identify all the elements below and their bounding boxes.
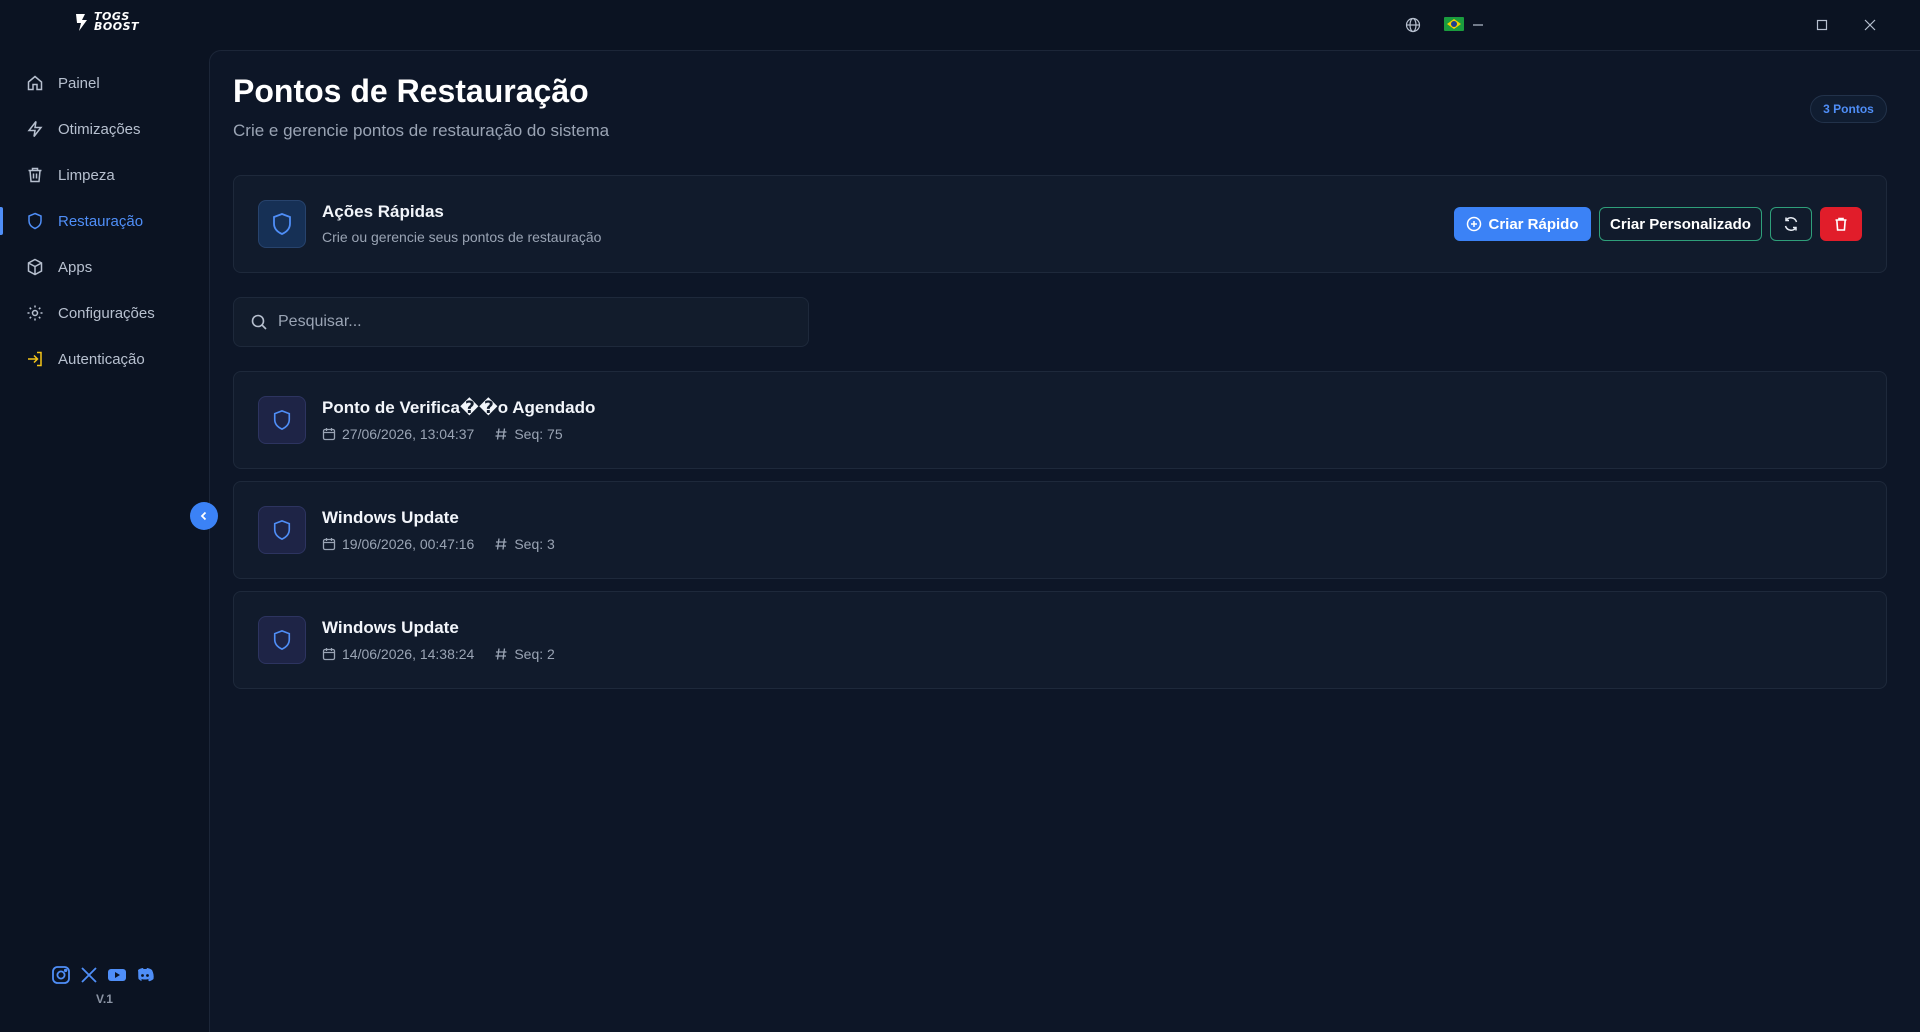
x-icon[interactable] [78, 964, 100, 986]
hash-icon [495, 648, 507, 660]
quick-actions-title: Ações Rápidas [322, 202, 444, 221]
app-window: TOGS BOOST Painel Otimizações Limpeza Re… [0, 0, 1920, 1032]
sidebar-collapse-button[interactable] [190, 502, 218, 530]
sidebar-item-label: Limpeza [58, 166, 115, 184]
gear-icon [25, 303, 45, 323]
restore-point-item[interactable]: Windows Update 14/06/2026, 14:38:24 Seq:… [233, 591, 1887, 689]
maximize-button[interactable] [1810, 13, 1834, 37]
points-count-badge: 3 Pontos [1810, 95, 1887, 123]
shield-icon [258, 616, 306, 664]
hash-icon [495, 428, 507, 440]
close-button[interactable] [1858, 13, 1882, 37]
sidebar-item-configuracoes[interactable]: Configurações [0, 290, 209, 336]
plus-circle-icon [1467, 216, 1482, 232]
sidebar-item-limpeza[interactable]: Limpeza [0, 152, 209, 198]
sidebar-item-label: Configurações [58, 304, 155, 322]
refresh-button[interactable] [1770, 207, 1812, 241]
quick-actions-subtitle: Crie ou gerencie seus pontos de restaura… [322, 229, 602, 245]
sidebar-item-label: Restauração [58, 212, 144, 230]
restore-point-title: Windows Update [322, 508, 459, 527]
minimize-button[interactable] [1466, 13, 1490, 37]
restore-point-item[interactable]: Ponto de Verifica��o Agendado 27/06/2026… [233, 371, 1887, 469]
create-quick-button[interactable]: Criar Rápido [1454, 207, 1591, 241]
main-panel: Pontos de Restauração Crie e gerencie po… [209, 50, 1920, 1032]
delete-all-button[interactable] [1820, 207, 1862, 241]
create-custom-button[interactable]: Criar Personalizado [1599, 207, 1762, 241]
create-quick-label: Criar Rápido [1488, 215, 1579, 233]
restore-point-date: 27/06/2026, 13:04:37 [342, 426, 475, 442]
restore-point-meta: 19/06/2026, 00:47:16 Seq: 3 [322, 536, 555, 552]
restore-point-meta: 14/06/2026, 14:38:24 Seq: 2 [322, 646, 555, 662]
sidebar: Painel Otimizações Limpeza Restauração A… [0, 50, 209, 1032]
discord-icon[interactable] [134, 964, 156, 986]
sidebar-item-restauracao[interactable]: Restauração [0, 198, 209, 244]
shield-icon [258, 200, 306, 248]
sidebar-item-label: Autenticação [58, 350, 145, 368]
language-globe-icon[interactable] [1402, 14, 1424, 36]
shield-icon [25, 211, 45, 231]
sidebar-item-label: Painel [58, 74, 100, 92]
app-version: V.1 [96, 992, 113, 1006]
calendar-icon [322, 428, 336, 441]
restore-point-seq: Seq: 2 [514, 646, 555, 662]
restore-point-date: 14/06/2026, 14:38:24 [342, 646, 475, 662]
trash-icon [25, 165, 45, 185]
search-icon [251, 314, 267, 330]
lightning-icon [25, 119, 45, 139]
brazil-flag-icon[interactable] [1444, 17, 1464, 31]
search-bar [233, 297, 809, 347]
sidebar-item-autenticacao[interactable]: Autenticação [0, 336, 209, 382]
quick-actions-card: Ações Rápidas Crie ou gerencie seus pont… [233, 175, 1887, 273]
restore-point-seq: Seq: 75 [514, 426, 563, 442]
titlebar: TOGS BOOST [0, 0, 1920, 50]
app-logo: TOGS BOOST [74, 10, 140, 33]
sidebar-item-painel[interactable]: Painel [0, 60, 209, 106]
page-title: Pontos de Restauração [233, 73, 589, 109]
youtube-icon[interactable] [106, 964, 128, 986]
sidebar-item-label: Apps [58, 258, 93, 276]
refresh-icon [1784, 217, 1798, 231]
chevron-left-icon [200, 511, 207, 521]
home-icon [25, 73, 45, 93]
sidebar-item-label: Otimizações [58, 120, 141, 138]
restore-point-seq: Seq: 3 [514, 536, 555, 552]
bolt-logo-icon [76, 14, 87, 31]
login-icon [25, 349, 45, 369]
instagram-icon[interactable] [50, 964, 72, 986]
restore-point-title: Ponto de Verifica��o Agendado [322, 398, 596, 417]
quick-actions-buttons: Criar Rápido Criar Personalizado [1454, 207, 1862, 243]
sidebar-item-apps[interactable]: Apps [0, 244, 209, 290]
logo-text: TOGS BOOST [94, 10, 140, 33]
shield-icon [258, 396, 306, 444]
page-subtitle: Crie e gerencie pontos de restauração do… [233, 121, 610, 140]
sidebar-item-otimizacoes[interactable]: Otimizações [0, 106, 209, 152]
calendar-icon [322, 538, 336, 551]
hash-icon [495, 538, 507, 550]
restore-point-title: Windows Update [322, 618, 459, 637]
social-links [50, 964, 156, 986]
restore-point-item[interactable]: Windows Update 19/06/2026, 00:47:16 Seq:… [233, 481, 1887, 579]
restore-point-meta: 27/06/2026, 13:04:37 Seq: 75 [322, 426, 563, 442]
search-input[interactable] [278, 313, 778, 331]
trash-icon [1835, 217, 1847, 231]
package-icon [25, 257, 45, 277]
calendar-icon [322, 648, 336, 661]
shield-icon [258, 506, 306, 554]
restore-point-date: 19/06/2026, 00:47:16 [342, 536, 475, 552]
create-custom-label: Criar Personalizado [1610, 215, 1751, 233]
